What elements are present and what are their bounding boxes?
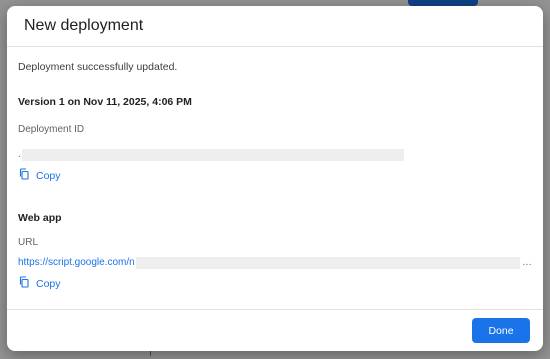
status-message: Deployment successfully updated. bbox=[18, 61, 178, 73]
url-ellipsis: … bbox=[522, 257, 532, 268]
deployment-id-redacted bbox=[21, 148, 404, 161]
dialog-title: New deployment bbox=[24, 17, 144, 34]
url-label: URL bbox=[18, 237, 39, 248]
url-redacted bbox=[135, 256, 520, 269]
done-button[interactable]: Done bbox=[472, 318, 530, 343]
copy-url-button[interactable]: Copy bbox=[18, 275, 61, 293]
deployment-id-prefix: . bbox=[18, 149, 21, 160]
copy-label: Copy bbox=[36, 278, 61, 290]
deployment-id-field: . bbox=[18, 148, 404, 161]
version-info: Version 1 on Nov 11, 2025, 4:06 PM bbox=[18, 96, 192, 108]
deployment-id-label: Deployment ID bbox=[18, 124, 85, 135]
copy-icon bbox=[18, 275, 30, 293]
copy-label: Copy bbox=[36, 170, 61, 182]
new-deployment-dialog: New deployment Deployment successfully u… bbox=[7, 6, 543, 351]
copy-deployment-id-button[interactable]: Copy bbox=[18, 167, 61, 185]
copy-icon bbox=[18, 167, 30, 185]
dialog-header: New deployment bbox=[7, 6, 543, 47]
web-app-url-field: https://script.google.com/n … bbox=[18, 256, 532, 269]
dialog-footer: Done bbox=[7, 309, 543, 351]
web-app-heading: Web app bbox=[18, 212, 62, 224]
web-app-url-link[interactable]: https://script.google.com/n bbox=[18, 257, 135, 268]
